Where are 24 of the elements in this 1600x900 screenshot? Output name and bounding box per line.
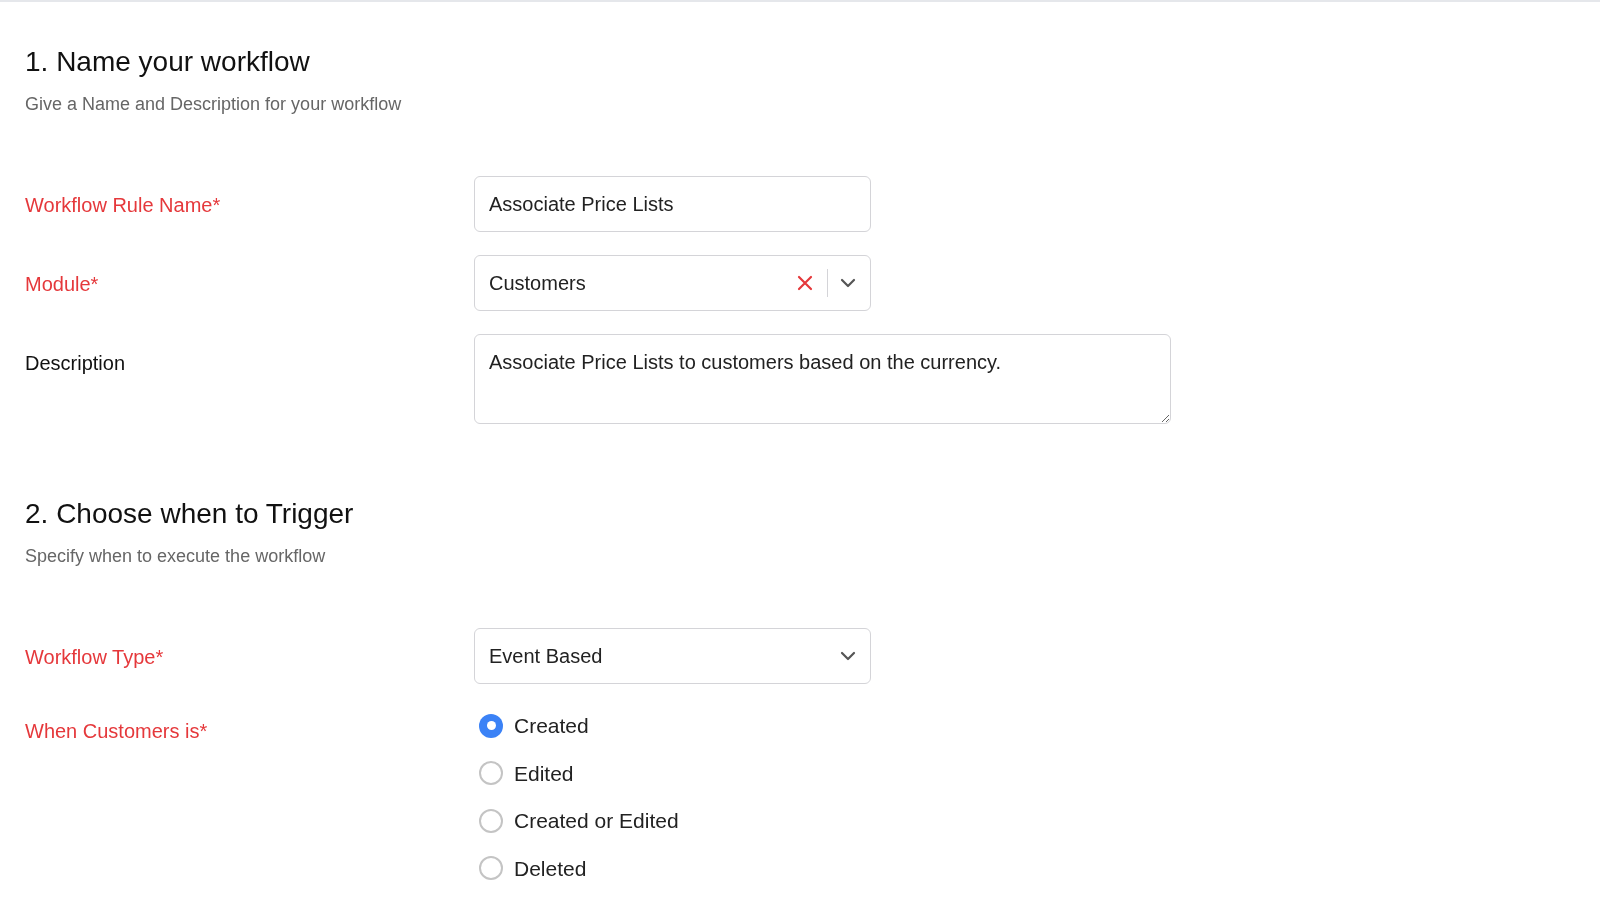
clear-icon[interactable]	[797, 275, 813, 291]
select-field[interactable]: Customers	[474, 255, 871, 311]
radio-label: Deleted	[514, 855, 587, 882]
section-subtitle: Give a Name and Description for your workflow	[25, 93, 403, 116]
radio-button[interactable]	[479, 856, 503, 881]
text-input[interactable]: Associate Price Lists	[474, 176, 871, 232]
description-textarea[interactable]: Associate Price Lists to customers based on the currency.	[474, 334, 1171, 424]
field-label: When Customers is*	[25, 720, 208, 742]
radio-label: Edited	[514, 760, 574, 787]
select-field[interactable]: Event Based	[474, 628, 871, 684]
section-title: 1. Name your workflow	[25, 45, 311, 79]
section-title: 2. Choose when to Trigger	[25, 497, 355, 531]
field-label: Workflow Type*	[25, 646, 164, 668]
radio-button[interactable]	[479, 713, 503, 738]
field-label: Module*	[25, 273, 99, 295]
radio-button[interactable]	[479, 808, 503, 833]
chevron-down-icon	[840, 278, 856, 288]
chevron-down-icon	[840, 651, 856, 661]
radio-label: Created or Edited	[514, 808, 679, 834]
section-subtitle: Specify when to execute the workflow	[25, 545, 327, 568]
radio-button[interactable]	[479, 761, 503, 786]
radio-label: Created	[514, 713, 589, 739]
field-label: Workflow Rule Name*	[25, 194, 221, 216]
field-label: Description	[25, 352, 126, 374]
